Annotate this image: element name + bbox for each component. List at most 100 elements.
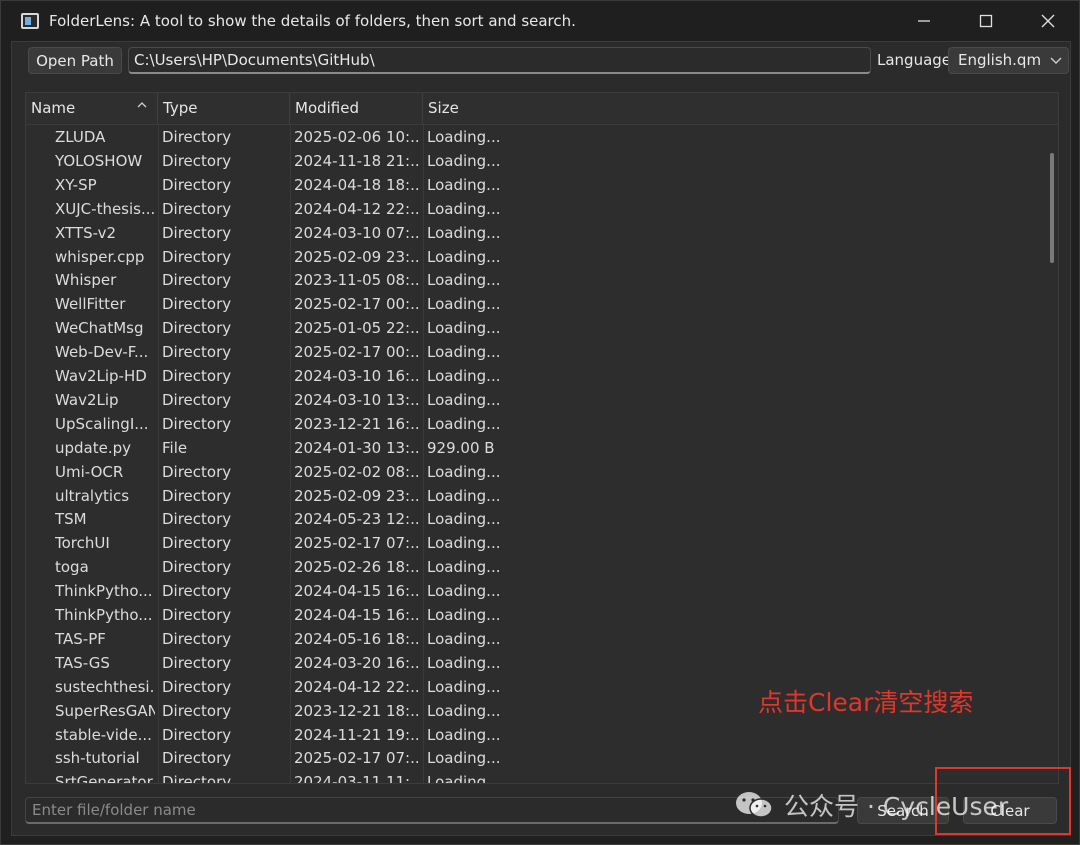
table-row[interactable]: ZLUDA Directory 2025-02-06 10:... Loading..… (26, 125, 1046, 149)
cell-name: Wav2Lip-HD (55, 367, 147, 385)
cell-name: TAS-PF (55, 629, 106, 648)
table-row[interactable]: whisper.cpp Directory 2025-02-09 23:... Loa… (26, 245, 1046, 269)
close-icon (1041, 14, 1055, 28)
file-table: Name Type Modified Size ZLUDA Directory 20… (25, 92, 1059, 784)
column-header-size[interactable]: Size (423, 93, 1053, 125)
wechat-icon (734, 790, 774, 820)
cell-type: Directory (162, 510, 232, 529)
cell-name: TorchUI (55, 534, 110, 553)
open-path-button[interactable]: Open Path (28, 47, 122, 74)
search-input[interactable]: Enter file/folder name (25, 797, 839, 824)
cell-size: Loading... (427, 653, 501, 672)
language-select-value: English.qm (958, 51, 1042, 69)
cell-modified: 2024-01-30 13:... (294, 438, 420, 457)
cell-modified: 2025-02-09 23:... (294, 247, 420, 266)
column-header-type[interactable]: Type (158, 93, 290, 125)
cell-type: Directory (162, 271, 232, 290)
table-row[interactable]: XUJC-thesis... Directory 2024-04-12 22:...… (26, 197, 1046, 221)
cell-modified: 2024-04-15 16:... (294, 582, 420, 601)
cell-type: Directory (162, 343, 232, 362)
table-row[interactable]: Whisper Directory 2023-11-05 08:... Loading… (26, 268, 1046, 292)
close-button[interactable] (1017, 1, 1079, 41)
cell-name: XUJC-thesis... (55, 199, 155, 218)
cell-name: ultralytics (55, 486, 130, 505)
table-row[interactable]: ultralytics Directory 2025-02-09 23:... Loa… (26, 484, 1046, 508)
cell-size: Loading... (427, 725, 501, 744)
table-row[interactable]: update.py File 2024-01-30 13:... 929.00 B (26, 436, 1046, 460)
cell-type: Directory (162, 486, 232, 505)
table-header: Name Type Modified Size (26, 93, 1058, 125)
cell-modified: 2025-02-26 18:... (294, 558, 420, 577)
cell-type: Directory (162, 629, 232, 648)
table-row[interactable]: TSM Directory 2024-05-23 12:... Loading... (26, 507, 1046, 531)
cell-name: WeChatMsg (55, 319, 144, 338)
maximize-button[interactable] (955, 1, 1017, 41)
cell-size: Loading... (427, 486, 501, 505)
cell-size: Loading... (427, 223, 501, 242)
cell-modified: 2024-03-20 16:... (294, 653, 420, 672)
table-row[interactable]: Web-Dev-F... Directory 2025-02-17 00:... Lo… (26, 340, 1046, 364)
cell-type: Directory (162, 390, 232, 409)
cell-type: Directory (162, 653, 232, 672)
cell-name: ThinkPytho... (55, 606, 153, 624)
cell-size: Loading... (427, 534, 501, 553)
table-row[interactable]: ThinkPytho... Directory 2024-04-15 16:... L… (26, 603, 1046, 627)
app-window: FolderLens: A tool to show the details o… (0, 0, 1080, 845)
cell-size: Loading... (427, 343, 501, 362)
cell-size: Loading... (427, 390, 501, 409)
cell-name: update.py (55, 438, 132, 457)
cell-name: Umi-OCR (55, 462, 124, 481)
path-input[interactable]: C:\Users\HP\Documents\GitHub\ (128, 47, 871, 74)
table-row[interactable]: Umi-OCR Directory 2025-02-02 08:... Loading… (26, 460, 1046, 484)
app-window-icon (21, 13, 39, 29)
cell-name: whisper.cpp (55, 247, 145, 266)
cell-modified: 2023-12-21 18:... (294, 701, 420, 720)
maximize-icon (979, 14, 993, 28)
cell-size: 929.00 B (427, 438, 495, 457)
table-row[interactable]: XY-SP Directory 2024-04-18 18:... Loading..… (26, 173, 1046, 197)
table-row[interactable]: ssh-tutorial Directory 2025-02-17 07:... Lo… (26, 746, 1046, 770)
cell-modified: 2024-03-10 13:... (294, 390, 420, 409)
cell-size: Loading... (427, 701, 501, 720)
cell-modified: 2025-02-17 00:... (294, 295, 420, 314)
table-row[interactable]: ThinkPytho... Directory 2024-04-15 16:... L… (26, 579, 1046, 603)
cell-name: WellFitter (55, 295, 126, 314)
cell-name: TSM (55, 510, 87, 529)
sort-ascending-icon (137, 99, 147, 116)
cell-modified: 2025-02-17 07:... (294, 534, 420, 553)
table-row[interactable]: TorchUI Directory 2025-02-17 07:... Loading… (26, 531, 1046, 555)
cell-modified: 2024-04-12 22:... (294, 199, 420, 218)
table-row[interactable]: WeChatMsg Directory 2025-01-05 22:... Loadi… (26, 316, 1046, 340)
table-row[interactable]: Wav2Lip Directory 2024-03-10 13:... Loading… (26, 388, 1046, 412)
table-row[interactable]: TAS-GS Directory 2024-03-20 16:... Loading.… (26, 651, 1046, 675)
table-row[interactable]: toga Directory 2025-02-26 18:... Loading... (26, 555, 1046, 579)
table-row[interactable]: stable-vide... Directory 2024-11-21 19:...… (26, 723, 1046, 747)
column-header-name[interactable]: Name (26, 93, 158, 125)
cell-type: Directory (162, 606, 232, 624)
cell-size: Loading... (427, 414, 501, 433)
cell-modified: 2024-04-18 18:... (294, 175, 420, 194)
cell-size: Loading... (427, 175, 501, 194)
cell-size: Loading... (427, 629, 501, 648)
language-select[interactable]: English.qm (948, 47, 1069, 74)
cell-modified: 2025-02-17 00:... (294, 343, 420, 362)
cell-name: SrtGenerator (55, 773, 153, 784)
table-row[interactable]: XTTS-v2 Directory 2024-03-10 07:... Loading… (26, 221, 1046, 245)
table-row[interactable]: WellFitter Directory 2025-02-17 00:... Load… (26, 292, 1046, 316)
table-row[interactable]: Wav2Lip-HD Directory 2024-03-10 16:... Load… (26, 364, 1046, 388)
vertical-scrollbar[interactable] (1050, 153, 1054, 263)
table-row[interactable]: TAS-PF Directory 2024-05-16 18:... Loading.… (26, 627, 1046, 651)
cell-size: Loading... (427, 773, 501, 784)
cell-type: Directory (162, 128, 232, 146)
title-bar: FolderLens: A tool to show the details o… (1, 1, 1079, 41)
table-row[interactable]: YOLOSHOW Directory 2024-11-18 21:... Loadin… (26, 149, 1046, 173)
cell-type: Directory (162, 295, 232, 314)
table-row[interactable]: SrtGenerator Directory 2024-03-11 11:... Lo… (26, 770, 1046, 784)
column-header-modified[interactable]: Modified (290, 93, 423, 125)
table-row[interactable]: UpScalingI... Directory 2023-12-21 16:... L… (26, 412, 1046, 436)
cell-size: Loading... (427, 749, 501, 768)
minimize-button[interactable] (893, 1, 955, 41)
cell-size: Loading... (427, 247, 501, 266)
cell-type: Directory (162, 582, 232, 601)
cell-type: Directory (162, 175, 232, 194)
